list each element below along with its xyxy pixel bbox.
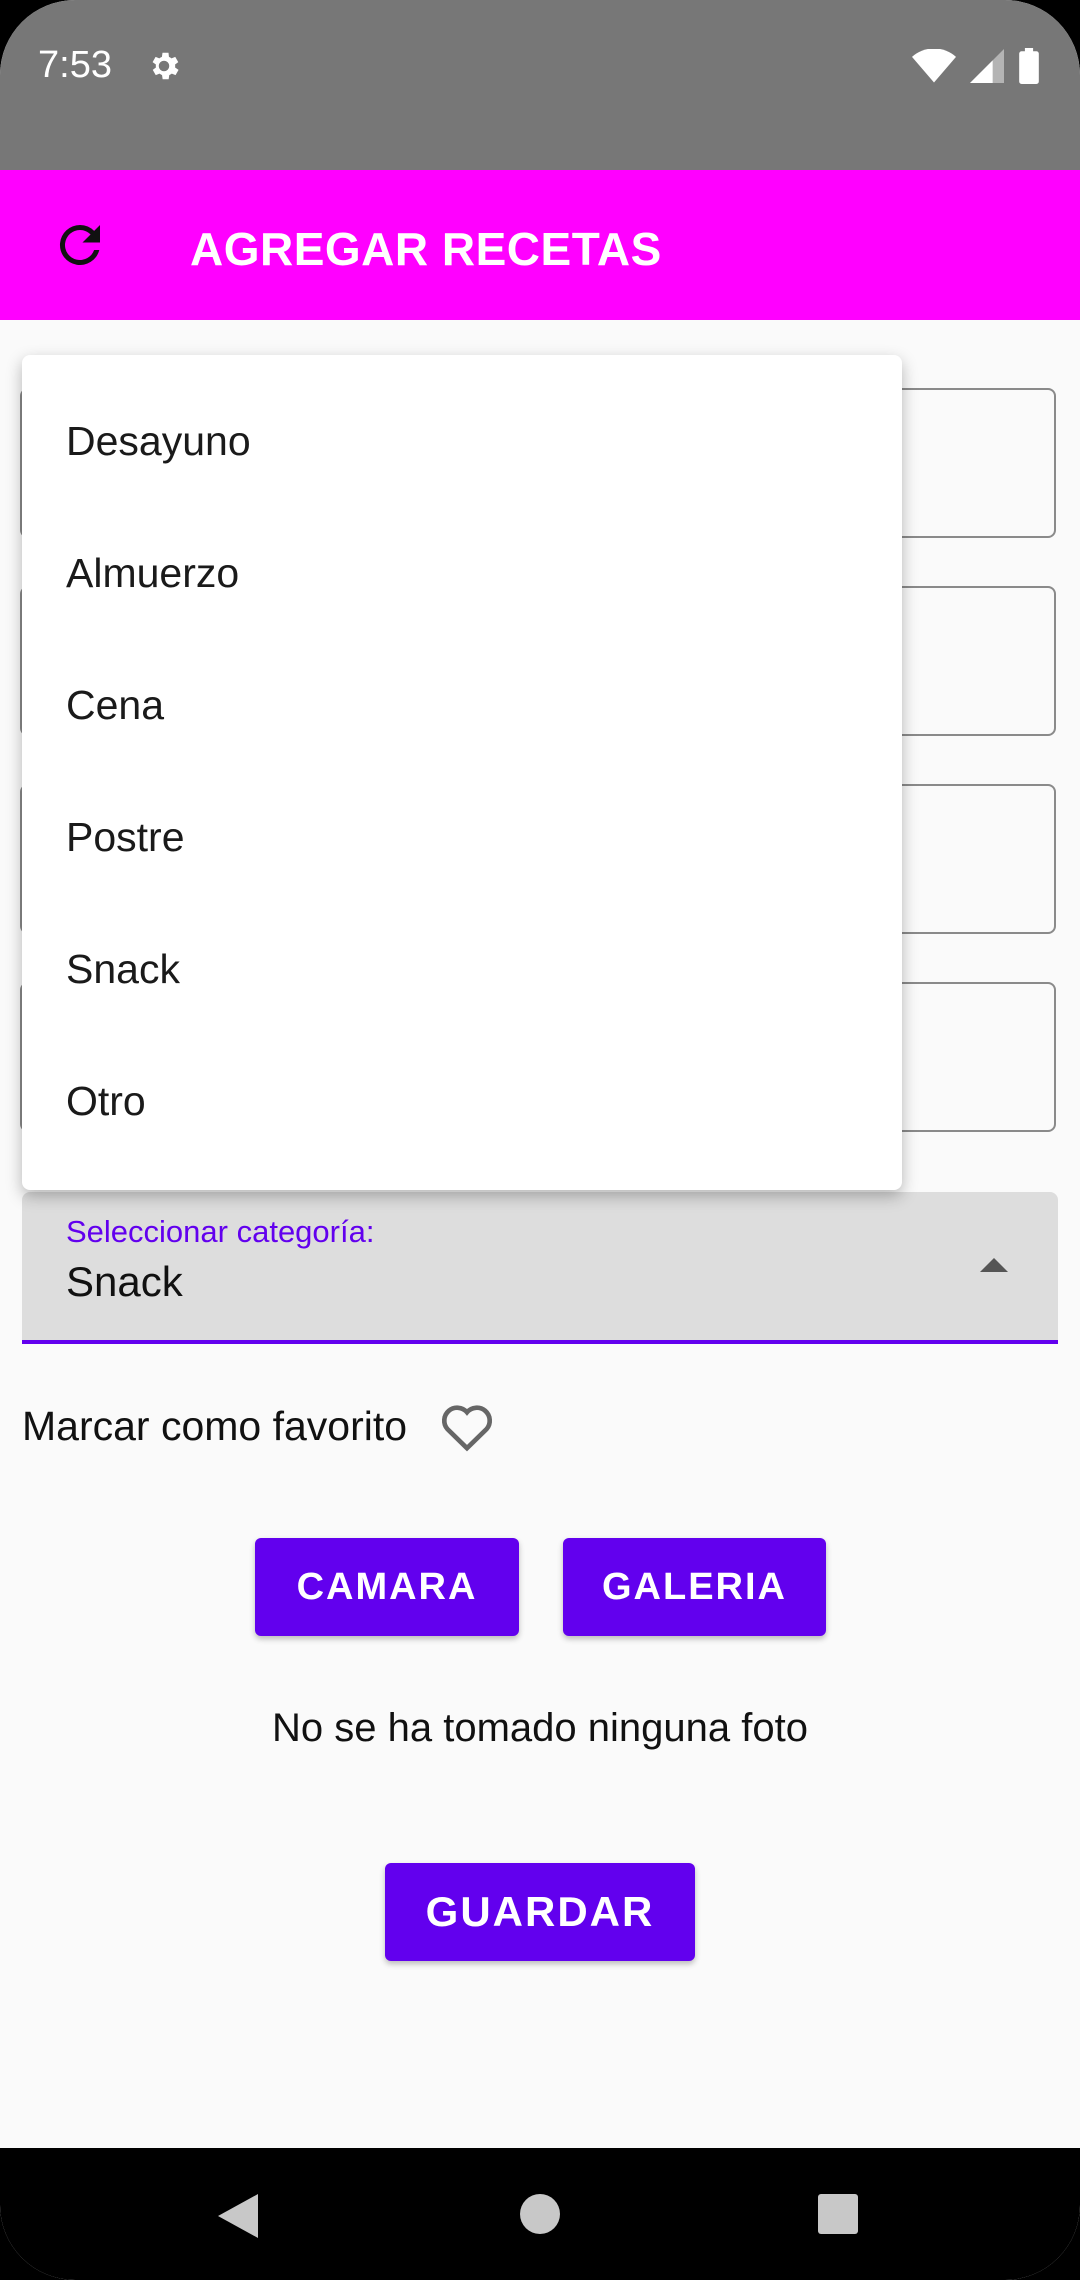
camera-button[interactable]: CAMARA <box>255 1538 519 1636</box>
menu-item-snack[interactable]: Snack <box>22 903 902 1035</box>
favorite-row: Marcar como favorito <box>22 1400 495 1452</box>
category-dropdown-value: Snack <box>66 1258 183 1305</box>
gallery-button[interactable]: GALERIA <box>563 1538 826 1636</box>
battery-icon <box>1019 48 1039 84</box>
save-button[interactable]: GUARDAR <box>385 1863 695 1961</box>
status-icons <box>912 48 1040 84</box>
recents-icon[interactable] <box>818 2194 858 2234</box>
favorite-label: Marcar como favorito <box>22 1402 408 1449</box>
menu-item-cena[interactable]: Cena <box>22 639 902 771</box>
menu-item-postre[interactable]: Postre <box>22 771 902 903</box>
app-bar: AGREGAR RECETAS <box>0 170 1080 320</box>
category-dropdown[interactable]: Seleccionar categoría: Snack <box>22 1192 1058 1344</box>
page-title: AGREGAR RECETAS <box>190 223 662 275</box>
refresh-icon[interactable] <box>50 215 110 275</box>
dropdown-arrow-up-icon[interactable] <box>980 1258 1008 1272</box>
photo-status-text: No se ha tomado ninguna foto <box>272 1706 808 1750</box>
home-icon[interactable] <box>520 2194 560 2234</box>
heart-outline-icon[interactable] <box>439 1400 495 1452</box>
menu-item-desayuno[interactable]: Desayuno <box>22 375 902 507</box>
back-icon[interactable] <box>218 2194 258 2238</box>
menu-item-otro[interactable]: Otro <box>22 1035 902 1167</box>
navigation-bar <box>0 2148 1080 2280</box>
settings-gear-icon <box>152 52 179 80</box>
menu-item-almuerzo[interactable]: Almuerzo <box>22 507 902 639</box>
category-menu: Desayuno Almuerzo Cena Postre Snack Otro <box>22 355 902 1190</box>
status-bar: 7:53 <box>0 0 1080 170</box>
category-dropdown-label: Seleccionar categoría: <box>66 1214 375 1249</box>
screen: 7:53 AGREGAR RECETAS Seleccionar categor… <box>0 0 1080 2280</box>
wifi-icon <box>912 49 956 83</box>
cell-signal-icon <box>970 49 1004 83</box>
status-time: 7:53 <box>38 44 112 86</box>
